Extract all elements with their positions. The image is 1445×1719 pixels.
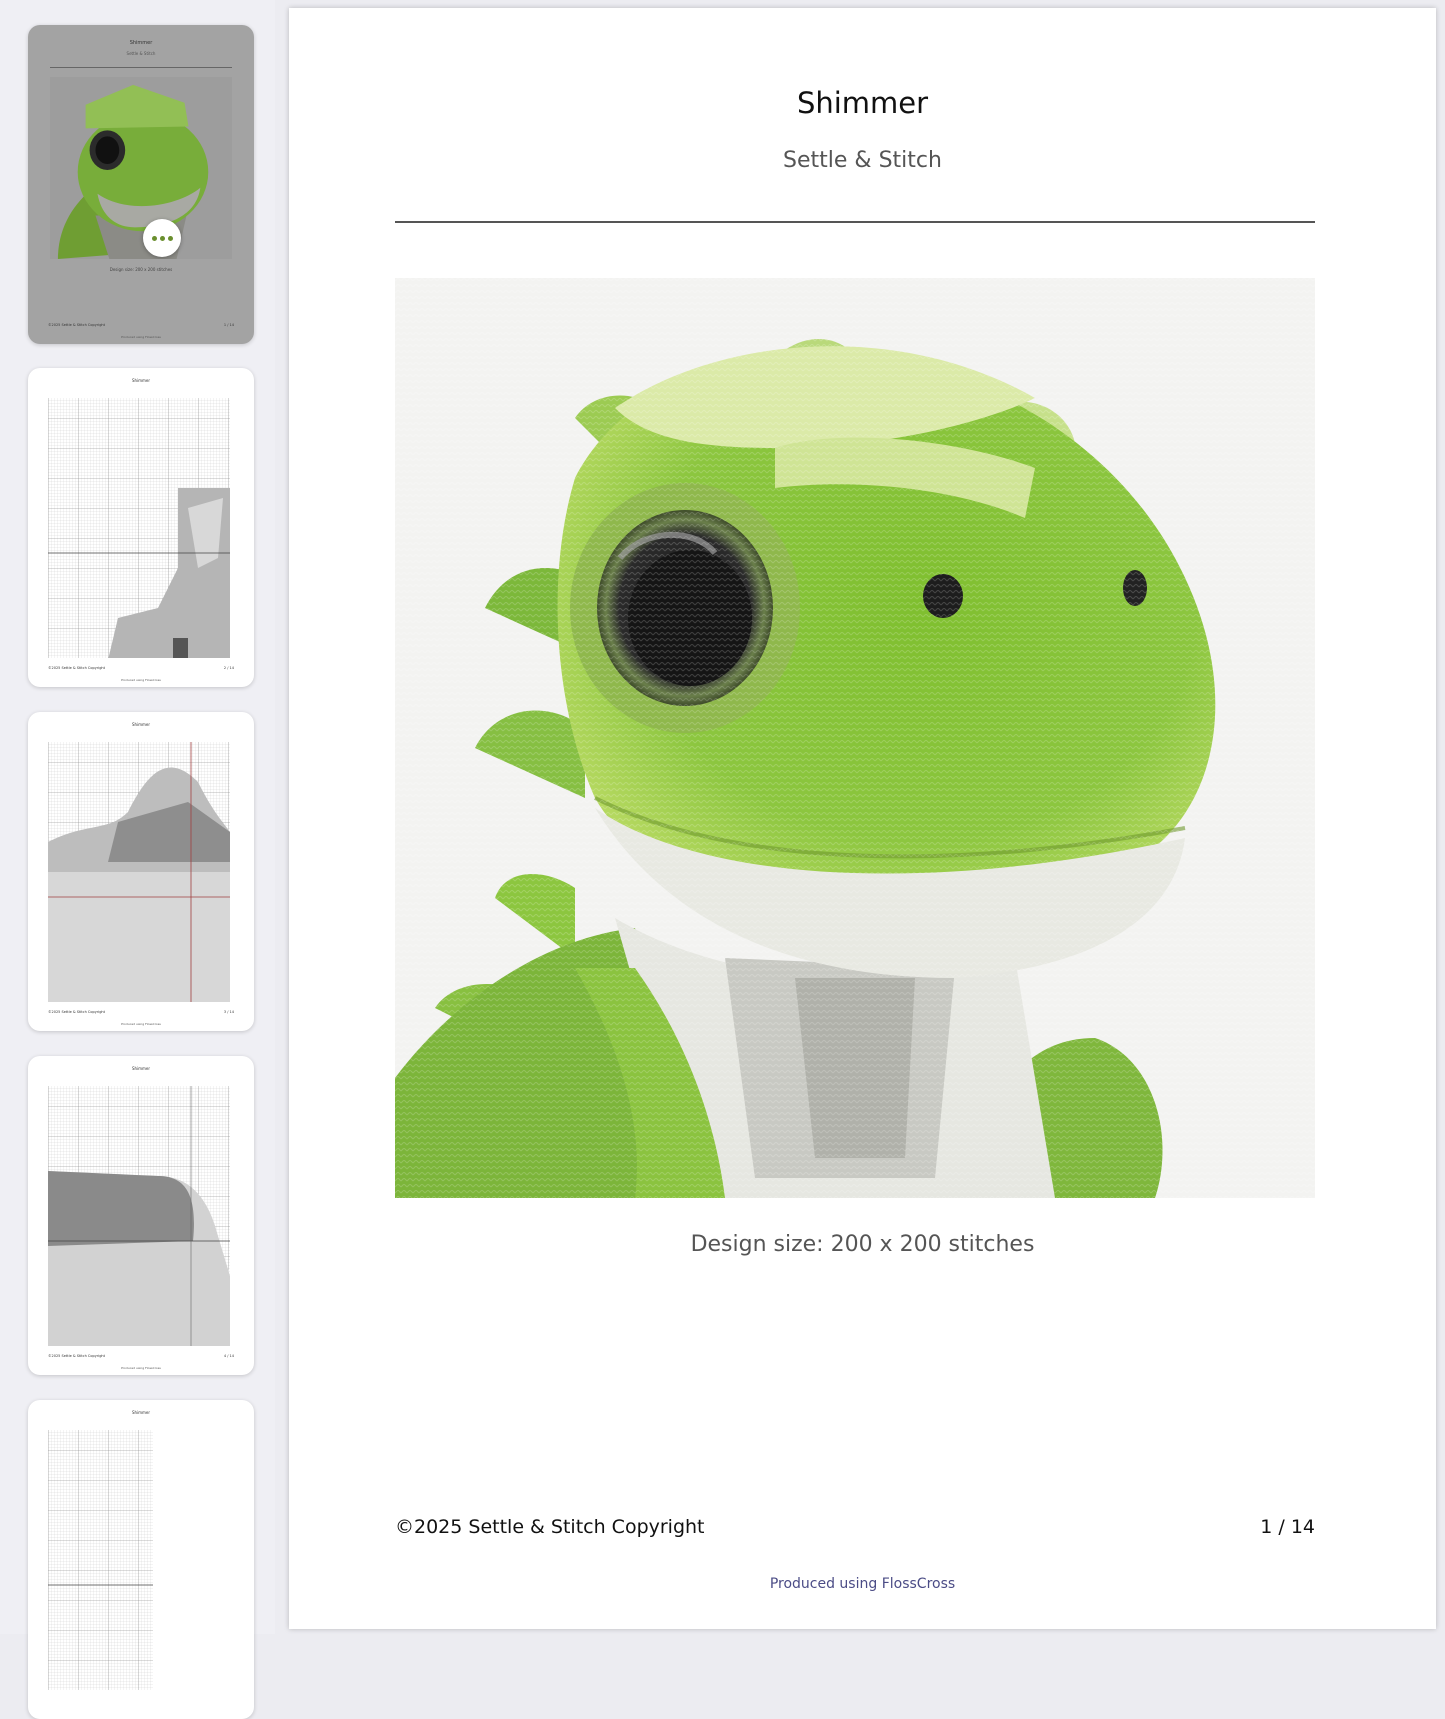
thumbnail-produced: Produced using FlossCross: [121, 1366, 161, 1370]
produced-prefix: Produced using: [769, 1576, 882, 1592]
thumbnail-page-number: 3 / 14: [223, 1010, 234, 1014]
thumbnail-produced: Produced using FlossCross: [121, 335, 161, 339]
thumbnail-design-size: Design size: 200 x 200 stitches: [109, 267, 173, 272]
thumbnail-page-number: 1 / 14: [223, 323, 234, 327]
page-thumbnail-4[interactable]: Shimmer ©2025 Settle & Stitch Copyright …: [28, 1056, 254, 1375]
thumbnail-copyright: ©2025 Settle & Stitch Copyright: [48, 1010, 106, 1014]
page-thumbnail-sidebar: Shimmer Settle & Stitch Design size: 200…: [0, 0, 275, 1719]
design-preview-image: [395, 278, 1315, 1198]
thumbnail-chart-grid: [48, 1076, 230, 1348]
thumbnail-chart-grid: [48, 1420, 230, 1692]
thumbnail-produced: Produced using FlossCross: [121, 678, 161, 682]
page-thumbnail-5[interactable]: Shimmer: [28, 1400, 254, 1719]
more-horizontal-icon: [151, 235, 157, 241]
thumbnail-produced: Produced using FlossCross: [121, 1022, 161, 1026]
copyright-text: ©2025 Settle & Stitch Copyright: [395, 1516, 705, 1538]
page-number: 1 / 14: [1260, 1516, 1315, 1538]
thumbnail-chart-grid: [48, 388, 230, 660]
page-title: Shimmer: [796, 86, 929, 120]
title-divider: [395, 221, 1315, 223]
more-options-button[interactable]: [143, 219, 181, 257]
thumbnail-footer: ©2025 Settle & Stitch Copyright 1 / 14: [48, 323, 234, 327]
thumbnail-footer: ©2025 Settle & Stitch Copyright 4 / 14: [48, 1354, 234, 1358]
page-thumbnail-3[interactable]: Shimmer ©2025 Settle & Stitch Copyright …: [28, 712, 254, 1031]
design-size-label: Design size: 200 x 200 stitches: [690, 1232, 1035, 1257]
thumbnail-chart-grid: [48, 732, 230, 1004]
thumbnail-subtitle: Settle & Stitch: [126, 51, 156, 56]
thumbnail-title: Shimmer: [131, 722, 151, 727]
flosscross-link[interactable]: FlossCross: [882, 1576, 955, 1592]
thumbnail-divider: [50, 67, 232, 68]
thumbnail-copyright: ©2025 Settle & Stitch Copyright: [48, 666, 106, 670]
page-thumbnail-1[interactable]: Shimmer Settle & Stitch Design size: 200…: [28, 25, 254, 344]
thumbnail-title: Shimmer: [129, 40, 153, 46]
thumbnail-page-number: 4 / 14: [223, 1354, 234, 1358]
page-thumbnail-2[interactable]: Shimmer ©2025 Settle & Stitch Copyright …: [28, 368, 254, 687]
thumbnail-copyright: ©2025 Settle & Stitch Copyright: [48, 323, 106, 327]
document-page: Shimmer Settle & Stitch Design size: 200…: [289, 8, 1436, 1629]
thumbnail-title: Shimmer: [131, 1410, 151, 1415]
page-subtitle: Settle & Stitch: [783, 148, 942, 173]
produced-using: Produced using FlossCross: [289, 1576, 1436, 1592]
thumbnail-design-image: [50, 77, 232, 259]
thumbnail-footer: ©2025 Settle & Stitch Copyright 2 / 14: [48, 666, 234, 670]
thumbnail-footer: ©2025 Settle & Stitch Copyright 3 / 14: [48, 1010, 234, 1014]
thumbnail-title: Shimmer: [131, 1066, 151, 1071]
thumbnail-title: Shimmer: [131, 378, 151, 383]
thumbnail-copyright: ©2025 Settle & Stitch Copyright: [48, 1354, 106, 1358]
thumbnail-page-number: 2 / 14: [223, 666, 234, 670]
